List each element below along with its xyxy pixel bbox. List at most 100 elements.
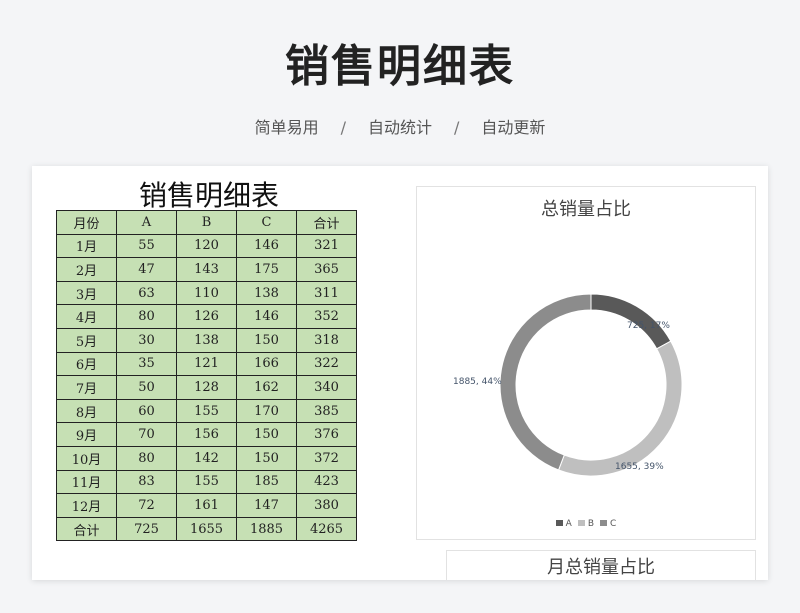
table-cell[interactable]: 128 [176, 375, 237, 400]
table-cell[interactable]: 120 [176, 233, 237, 259]
table-cell[interactable]: 7月 [56, 375, 117, 400]
table-cell[interactable]: 30 [116, 327, 177, 353]
table-cell[interactable]: 311 [296, 280, 357, 306]
table-cell[interactable]: 372 [296, 445, 357, 471]
table-cell[interactable]: 6月 [56, 351, 117, 377]
legend-label: B [587, 519, 595, 529]
tag-auto-stats: 自动统计 [367, 118, 432, 137]
table-cell[interactable]: 35 [116, 351, 177, 377]
table-cell[interactable]: 70 [116, 422, 177, 447]
page-title: 销售明细表 [285, 41, 515, 92]
table-cell[interactable]: 80 [116, 304, 177, 329]
table-row: 7月 50 128 162 340 [56, 375, 357, 400]
table-cell[interactable]: 147 [236, 493, 297, 518]
table-cell[interactable]: 146 [236, 233, 297, 259]
table-cell[interactable]: 4265 [296, 516, 357, 542]
table-cell[interactable]: 340 [296, 375, 357, 400]
data-label: 1885, 44% [453, 377, 502, 387]
donut-chart: 725, 17% 1655, 39% 1885, 44% [453, 293, 683, 477]
table-cell[interactable]: 143 [176, 257, 237, 282]
table-cell[interactable]: 1月 [56, 233, 117, 259]
table-cell[interactable]: 161 [176, 493, 237, 518]
tag-separator: / [454, 118, 460, 137]
column-header[interactable]: B [176, 210, 237, 235]
table-cell[interactable]: 318 [296, 327, 357, 353]
column-header[interactable]: 月份 [56, 210, 117, 235]
table-row: 5月 30 138 150 318 [56, 327, 357, 353]
table-cell[interactable]: 47 [116, 257, 177, 282]
table-cell[interactable]: 322 [296, 351, 357, 377]
table-cell[interactable]: 385 [296, 398, 357, 424]
table-cell[interactable]: 150 [236, 445, 297, 471]
pie-slice-b[interactable] [557, 340, 683, 477]
table-row: 9月 70 156 150 376 [56, 422, 357, 447]
table-cell[interactable]: 9月 [56, 422, 117, 447]
monthly-share-chart: 月总销量占比 [446, 550, 756, 580]
table-cell[interactable]: 8月 [56, 398, 117, 424]
table-cell[interactable]: 5月 [56, 327, 117, 353]
table-row: 10月 80 142 150 372 [56, 445, 357, 471]
table-header-row: 月份 A B C 合计 [56, 210, 357, 235]
table-cell[interactable]: 10月 [56, 445, 117, 471]
table-row: 2月 47 143 175 365 [56, 257, 357, 282]
table-cell[interactable]: 155 [176, 398, 237, 424]
table-cell[interactable]: 1655 [176, 516, 237, 542]
table-cell[interactable]: 50 [116, 375, 177, 400]
tagline: 简单易用 / 自动统计 / 自动更新 [0, 114, 800, 138]
table-cell[interactable]: 11月 [56, 469, 117, 495]
total-share-chart: 总销量占比 725, 17% 1655, 39% 1885, 44% ABC [416, 186, 756, 540]
table-cell[interactable]: 155 [176, 469, 237, 495]
table-cell[interactable]: 166 [236, 351, 297, 377]
legend-item: A [555, 519, 572, 529]
tag-separator: / [340, 118, 346, 137]
table-cell[interactable]: 63 [116, 280, 177, 306]
table-cell[interactable]: 185 [236, 469, 297, 495]
table-cell[interactable]: 126 [176, 304, 237, 329]
table-row: 12月 72 161 147 380 [56, 493, 357, 518]
legend-swatch [577, 520, 585, 526]
table-cell[interactable]: 365 [296, 257, 357, 282]
table-cell[interactable]: 4月 [56, 304, 117, 329]
table-cell[interactable]: 138 [236, 280, 297, 306]
table-cell[interactable]: 138 [176, 327, 237, 353]
table-cell[interactable]: 321 [296, 233, 357, 259]
pie-slice-c[interactable] [499, 293, 592, 471]
table-cell[interactable]: 合计 [56, 516, 117, 542]
table-cell[interactable]: 423 [296, 469, 357, 495]
table-cell[interactable]: 12月 [56, 493, 117, 518]
table-cell[interactable]: 376 [296, 422, 357, 447]
legend-swatch [555, 520, 563, 526]
table-cell[interactable]: 725 [116, 516, 177, 542]
table-cell[interactable]: 352 [296, 304, 357, 329]
table-cell[interactable]: 72 [116, 493, 177, 518]
table-cell[interactable]: 156 [176, 422, 237, 447]
column-header[interactable]: C [236, 210, 297, 235]
legend-label: A [565, 519, 572, 529]
table-cell[interactable]: 150 [236, 422, 297, 447]
legend-label: C [610, 519, 617, 529]
sheet-title: 销售明细表 [138, 179, 279, 212]
table-cell[interactable]: 60 [116, 398, 177, 424]
table-cell[interactable]: 1885 [236, 516, 297, 542]
table-cell[interactable]: 3月 [56, 280, 117, 306]
table-row: 8月 60 155 170 385 [56, 398, 357, 424]
table-cell[interactable]: 175 [236, 257, 297, 282]
tag-easy: 简单易用 [254, 118, 319, 137]
table-cell[interactable]: 55 [116, 233, 177, 259]
table-cell[interactable]: 110 [176, 280, 237, 306]
table-cell[interactable]: 142 [176, 445, 237, 471]
table-cell[interactable]: 83 [116, 469, 177, 495]
table-cell[interactable]: 146 [236, 304, 297, 329]
legend-item: C [600, 519, 616, 529]
data-label: 725, 17% [627, 321, 670, 331]
table-cell[interactable]: 162 [236, 375, 297, 400]
table-cell[interactable]: 170 [236, 398, 297, 424]
table-cell[interactable]: 2月 [56, 257, 117, 282]
table-cell[interactable]: 380 [296, 493, 357, 518]
table-cell[interactable]: 150 [236, 327, 297, 353]
column-header[interactable]: A [116, 210, 177, 235]
table-cell[interactable]: 80 [116, 445, 177, 471]
table-cell[interactable]: 121 [176, 351, 237, 377]
table-row: 合计 725 1655 1885 4265 [56, 516, 357, 542]
column-header[interactable]: 合计 [296, 210, 357, 235]
